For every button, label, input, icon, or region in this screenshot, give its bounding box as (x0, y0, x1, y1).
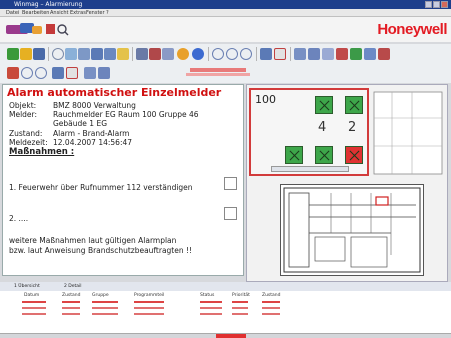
column-condition[interactable]: Zustand (262, 293, 281, 298)
maximize-button[interactable] (433, 1, 440, 8)
toolbar-start-icon[interactable] (7, 48, 19, 60)
toolbar-ok-icon[interactable] (350, 48, 362, 60)
floor-plan-drawing (283, 187, 421, 273)
header-badge (186, 67, 250, 79)
toolbar-layout-icon[interactable] (104, 48, 116, 60)
toolbar-edit-icon[interactable] (322, 48, 334, 60)
table-row[interactable] (4, 312, 304, 316)
tab-overview[interactable]: 1 Übersicht (14, 282, 40, 291)
zone-red-alarm[interactable] (345, 146, 363, 164)
step-1-checkbox[interactable] (224, 177, 237, 190)
menu-extras[interactable]: Extras (70, 9, 86, 17)
window-titlebar: Winmag – Alarmierung (0, 0, 451, 9)
measures-heading: Maßnahmen : (9, 147, 75, 157)
toolbar-help-icon[interactable] (192, 48, 204, 60)
toolbar-alert-icon[interactable] (336, 48, 348, 60)
window-title: Winmag – Alarmierung (14, 1, 83, 8)
column-group[interactable]: Gruppe (92, 293, 109, 298)
toolbar-print-icon[interactable] (33, 48, 45, 60)
toolbar-monitor-icon[interactable] (136, 48, 148, 60)
toolbar-folder-icon[interactable] (20, 48, 32, 60)
toolbar-info-icon[interactable] (177, 48, 189, 60)
toolbar-search-icon[interactable] (52, 48, 64, 60)
field-value-detector: Rauchmelder EG Raum 100 Gruppe 46 (53, 110, 199, 119)
table-row[interactable] (4, 306, 304, 310)
toolbar2-circle2-icon[interactable] (35, 67, 47, 79)
toolbar-circle2-icon[interactable] (226, 48, 238, 60)
measure-step-1: 1. Feuerwehr über Rufnummer 112 verständ… (9, 183, 193, 192)
toolbar-users-icon[interactable] (364, 48, 376, 60)
event-tabs: 1 Übersicht 2 Detail (0, 282, 451, 291)
menu-view[interactable]: Ansicht (50, 9, 68, 17)
toolbar-grid-icon[interactable] (78, 48, 90, 60)
menu-help[interactable]: ? (106, 9, 109, 17)
room-number: 100 (255, 93, 276, 106)
field-value-time: 12.04.2007 14:56:47 (53, 138, 133, 147)
tab-detail[interactable]: 2 Detail (64, 282, 82, 291)
measure-note-2: bzw. laut Anweisung Brandschutzbeauftrag… (9, 246, 193, 255)
main-toolbar (0, 44, 451, 64)
toolbar2-panel2-icon[interactable] (98, 67, 110, 79)
field-value-building: Gebäude 1 EG (53, 119, 108, 128)
zone-green-1[interactable] (315, 96, 333, 114)
toolbar-tag-icon[interactable] (117, 48, 129, 60)
menu-edit[interactable]: Bearbeiten (22, 9, 49, 17)
toolbar-forward-icon[interactable] (260, 48, 272, 60)
app-logo (6, 23, 69, 36)
menu-window[interactable]: Fenster (86, 9, 105, 17)
column-program[interactable]: Programmteil (134, 293, 164, 298)
honeywell-logo: Honeywell (377, 21, 447, 38)
toolbar2-forward-icon[interactable] (52, 67, 64, 79)
toolbar2-alarm-icon[interactable] (7, 67, 19, 79)
detector-panel[interactable]: 100 4 2 (249, 88, 369, 176)
column-state[interactable]: Zustand (62, 293, 81, 298)
zone-green-2[interactable] (345, 96, 363, 114)
menu-bar: Datei Bearbeiten Ansicht Extras Fenster … (0, 9, 451, 17)
measure-step-2: 2. .... (9, 214, 29, 223)
menu-file[interactable]: Datei (6, 9, 19, 17)
table-row[interactable] (4, 300, 304, 304)
toolbar-circle-icon[interactable] (212, 48, 224, 60)
step-2-checkbox[interactable] (224, 207, 237, 220)
toolbar-table-icon[interactable] (162, 48, 174, 60)
zone-green-4[interactable] (315, 146, 333, 164)
field-label-object: Objekt: (9, 101, 37, 110)
close-button[interactable] (441, 1, 448, 8)
field-value-object: BMZ 8000 Verwaltung (53, 101, 136, 110)
toolbar-cancel-icon[interactable] (274, 48, 286, 60)
toolbar-panel2-icon[interactable] (308, 48, 320, 60)
column-priority[interactable]: Priorität (232, 293, 250, 298)
measure-note-1: weitere Maßnahmen laut gültigen Alarmpla… (9, 236, 177, 245)
status-bar (0, 333, 451, 338)
toolbar-circle3-icon[interactable] (240, 48, 252, 60)
building-outline (373, 91, 443, 175)
toolbar-tools-icon[interactable] (149, 48, 161, 60)
minimize-button[interactable] (425, 1, 432, 8)
alarm-title: Alarm automatischer Einzelmelder (7, 86, 222, 99)
zone-count-b: 2 (348, 120, 357, 135)
panel-scrollbar[interactable] (271, 166, 349, 172)
zone-green-3[interactable] (285, 146, 303, 164)
column-status[interactable]: Status (200, 293, 214, 298)
zone-count-a: 4 (318, 120, 327, 135)
toolbar-window-icon[interactable] (91, 48, 103, 60)
toolbar-exit-icon[interactable] (378, 48, 390, 60)
toolbar-list-icon[interactable] (65, 48, 77, 60)
field-label-time: Meldezeit: (9, 138, 48, 147)
toolbar2-circle-icon[interactable] (21, 67, 33, 79)
field-label-detector: Melder: (9, 110, 38, 119)
field-value-state: Alarm - Brand-Alarm (53, 129, 130, 138)
toolbar2-panel-icon[interactable] (84, 67, 96, 79)
floor-plan-map[interactable] (280, 184, 424, 276)
toolbar-panel-icon[interactable] (294, 48, 306, 60)
column-date[interactable]: Datum (24, 293, 39, 298)
toolbar2-cancel-icon[interactable] (66, 67, 78, 79)
field-label-state: Zustand: (9, 129, 43, 138)
secondary-toolbar (0, 64, 451, 83)
